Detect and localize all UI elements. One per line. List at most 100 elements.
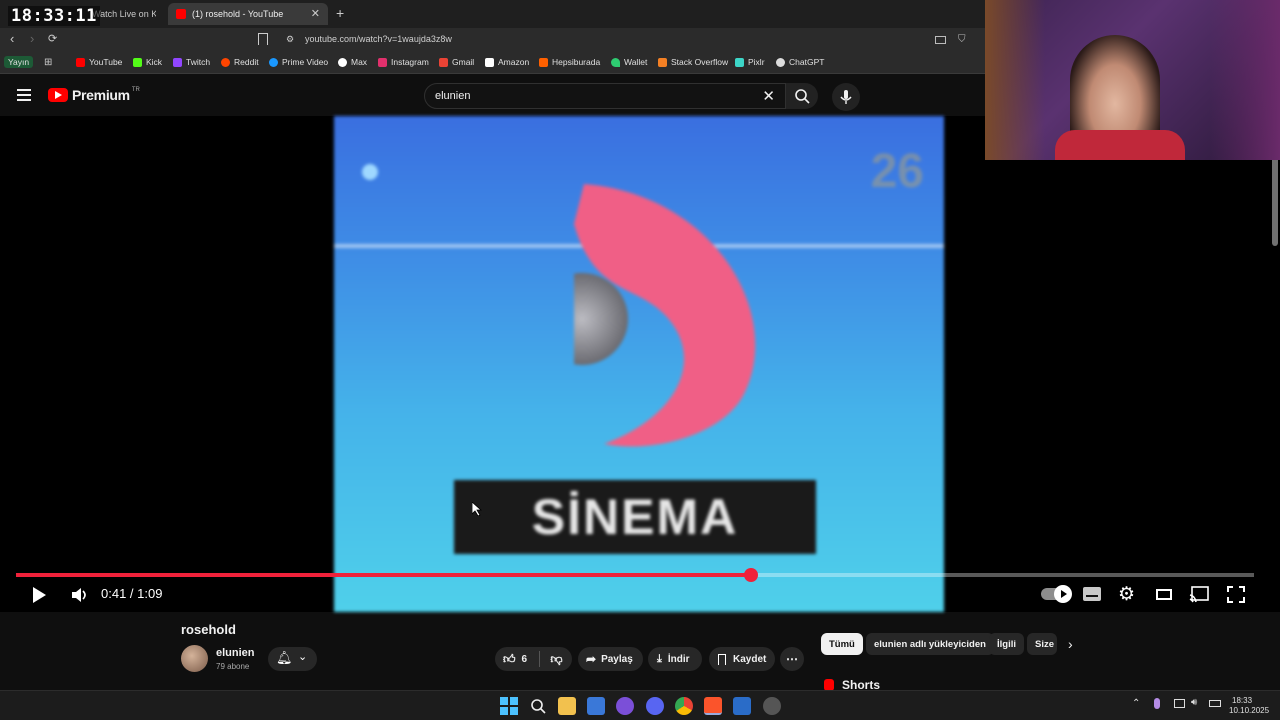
settings-gear-icon[interactable]: ⚙	[1118, 583, 1135, 606]
video-player[interactable]: 26 SİNEMA	[0, 116, 1280, 612]
dislike-button[interactable]: 👎︎	[541, 647, 572, 671]
share-arrow-icon: ➦	[586, 652, 597, 666]
search-button[interactable]	[786, 83, 818, 109]
bookmark-prime-video[interactable]: Prime Video	[269, 57, 328, 67]
bookmark-reddit[interactable]: Reddit	[221, 57, 259, 67]
chip-all[interactable]: Tümü	[821, 633, 863, 655]
chip-related[interactable]: İlgili	[989, 633, 1024, 655]
tray-display-icon[interactable]	[1174, 699, 1185, 708]
taskbar-clock[interactable]: 18:33	[1232, 695, 1252, 706]
bell-icon: 🔔︎	[276, 650, 293, 665]
notification-bell-button[interactable]: 🔔︎ ⌄	[268, 647, 317, 671]
channel-logo-crescent	[574, 184, 756, 447]
tray-volume-icon[interactable]: 🔊︎	[1191, 697, 1197, 708]
save-label: Kaydet	[733, 653, 767, 665]
hamburger-menu-icon[interactable]	[17, 89, 31, 101]
bookmark-chatgpt[interactable]: ChatGPT	[776, 57, 824, 67]
logo-text: Premium	[72, 87, 130, 103]
play-icon[interactable]	[30, 586, 48, 604]
more-actions-button[interactable]: ⋯	[780, 647, 804, 671]
channel-name[interactable]: elunien	[216, 647, 255, 659]
bookmark-label: Pixlr	[748, 57, 765, 67]
video-frame: 26 SİNEMA	[334, 116, 944, 612]
channel-avatar[interactable]	[181, 645, 208, 672]
youtube-play-logo-icon	[48, 88, 68, 102]
bookmark-twitch[interactable]: Twitch	[173, 57, 210, 67]
bookmark-hepsiburada[interactable]: Hepsiburada	[539, 57, 600, 67]
new-tab-button[interactable]: +	[336, 5, 344, 21]
reload-icon[interactable]: ⟳	[48, 32, 57, 45]
chrome-icon[interactable]	[675, 697, 693, 715]
bookmark-label: Kick	[146, 57, 163, 67]
streamer-webcam	[985, 0, 1280, 160]
voice-search-button[interactable]	[832, 83, 860, 111]
bookmark-wallet[interactable]: Wallet	[611, 57, 647, 67]
share-button[interactable]: ➦ Paylaş	[578, 647, 643, 671]
network-app-icon[interactable]	[733, 697, 751, 715]
bookmark-amazon[interactable]: Amazon	[485, 57, 529, 67]
like-button[interactable]: 👍︎ 6	[495, 647, 537, 671]
theater-mode-icon[interactable]	[1156, 589, 1172, 600]
back-icon[interactable]: ‹	[10, 31, 14, 46]
kick-icon	[133, 57, 142, 67]
app-icon[interactable]	[616, 697, 634, 715]
bookmark-label: Yayın	[8, 57, 30, 67]
site-settings-icon[interactable]: ⚙	[286, 34, 294, 45]
file-explorer-icon[interactable]	[558, 697, 576, 715]
volume-icon[interactable]	[70, 586, 90, 604]
youtube-premium-logo[interactable]: Premium TR	[48, 87, 140, 103]
chip-for-you[interactable]: Size	[1027, 633, 1057, 655]
progress-bar[interactable]	[16, 568, 1254, 582]
bookmark-youtube[interactable]: YouTube	[76, 57, 122, 67]
save-button[interactable]: Kaydet	[709, 647, 775, 671]
bookmark-label: Twitch	[186, 57, 211, 67]
discord-icon[interactable]	[646, 697, 664, 715]
chip-from-uploader[interactable]: elunien adlı yükleyiciden	[866, 633, 994, 655]
bookmark-gmail[interactable]: Gmail	[439, 57, 474, 67]
search-icon	[795, 89, 810, 104]
obs-icon[interactable]	[763, 697, 781, 715]
close-tab-icon[interactable]: ✕	[311, 7, 320, 20]
autoplay-toggle[interactable]	[1041, 585, 1072, 603]
bookmark-label: Reddit	[234, 57, 259, 67]
page-scrollbar[interactable]	[1272, 156, 1278, 246]
subtitles-icon[interactable]	[1083, 587, 1101, 601]
bookmark-label: ChatGPT	[789, 57, 825, 67]
tray-chevron-up-icon[interactable]: ⌃	[1132, 698, 1140, 709]
bookmark-instagram[interactable]: Instagram	[378, 57, 429, 67]
windows-start-icon[interactable]	[500, 697, 518, 715]
search-input[interactable]: elunien ✕	[424, 83, 786, 109]
bookmark-label: Stack Overflow	[671, 57, 729, 67]
tray-mic-icon[interactable]	[1154, 698, 1160, 709]
tray-battery-icon[interactable]	[1209, 700, 1221, 707]
bookmark-label: Wallet	[624, 57, 648, 67]
address-bar[interactable]: youtube.com/watch?v=1waujda3z8w	[305, 34, 452, 44]
chips-next-chevron-icon[interactable]: ›	[1068, 636, 1073, 652]
tab-youtube[interactable]: (1) rosehold - YouTube ✕	[168, 3, 328, 25]
gmail-icon	[439, 57, 448, 67]
max-icon	[338, 57, 347, 67]
bookmark-kick[interactable]: Kick	[133, 57, 162, 67]
clear-search-icon[interactable]: ✕	[762, 87, 775, 105]
bookmark-page-icon[interactable]	[258, 33, 268, 45]
store-icon[interactable]	[587, 697, 605, 715]
bookmark-max[interactable]: Max	[338, 57, 367, 67]
channel-watermark: 26	[870, 145, 924, 198]
download-label: İndir	[667, 653, 690, 665]
apps-grid-icon[interactable]: ⊞	[44, 57, 52, 68]
youtube-favicon-icon	[176, 9, 186, 19]
screen-icon[interactable]	[935, 36, 946, 44]
cast-icon[interactable]	[1189, 586, 1209, 603]
shield-icon[interactable]: ⛉	[958, 34, 966, 45]
download-button[interactable]: ⤓ İndir	[648, 647, 702, 671]
taskbar-search-icon[interactable]	[529, 697, 547, 715]
bookmark-stack-overflow[interactable]: Stack Overflow	[658, 57, 728, 67]
forward-icon[interactable]: ›	[30, 31, 34, 46]
stream-clock: 18:33:11	[8, 6, 100, 26]
bookmark-pixlr[interactable]: Pixlr	[735, 57, 765, 67]
taskbar-date[interactable]: 10.10.2025	[1229, 706, 1269, 715]
bookmark-yayin[interactable]: Yayın	[4, 56, 34, 68]
brave-browser-icon[interactable]	[704, 697, 722, 715]
fullscreen-icon[interactable]	[1227, 586, 1245, 603]
bookmark-label: Prime Video	[282, 57, 329, 67]
